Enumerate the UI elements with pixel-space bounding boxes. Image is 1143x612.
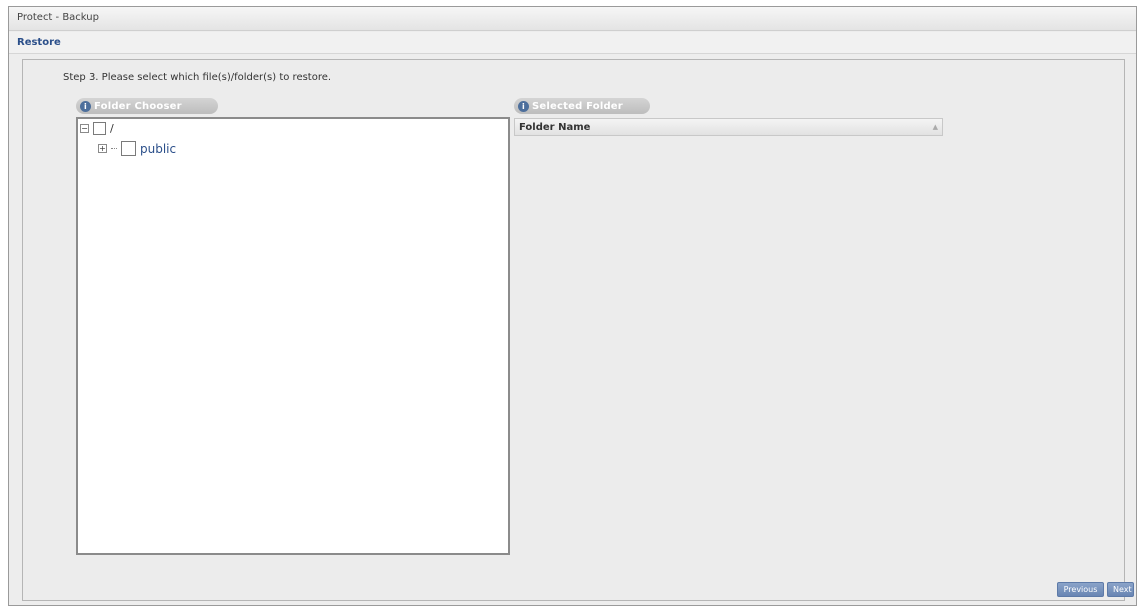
tree-node-public: + public	[98, 141, 176, 156]
folder-name-header-label: Folder Name	[519, 121, 591, 133]
sort-arrow-icon: ▲	[932, 123, 938, 131]
selected-folder-title: Selected Folder	[532, 101, 623, 112]
backup-window: Protect - Backup Restore Step 3. Please …	[8, 6, 1137, 606]
previous-button[interactable]: Previous	[1057, 582, 1104, 597]
next-button[interactable]: Next	[1107, 582, 1134, 597]
tree-checkbox-public[interactable]	[121, 141, 136, 156]
tree-checkbox-root[interactable]	[93, 122, 106, 135]
window-title: Protect - Backup	[9, 7, 1136, 31]
restore-panel: Step 3. Please select which file(s)/fold…	[22, 59, 1134, 601]
page-subheader: Restore	[9, 32, 1136, 54]
folder-name-column-header[interactable]: Folder Name ▲	[514, 118, 943, 136]
tree-label-public[interactable]: public	[140, 142, 176, 156]
tree-connector	[111, 148, 117, 149]
info-icon: i	[518, 101, 529, 112]
step-instruction: Step 3. Please select which file(s)/fold…	[63, 72, 332, 83]
folder-chooser-label: i Folder Chooser	[76, 98, 218, 114]
tree-label-root[interactable]: /	[110, 122, 114, 135]
info-icon: i	[80, 101, 91, 112]
tree-node-root: − /	[80, 122, 114, 135]
collapse-icon[interactable]: −	[80, 124, 89, 133]
selected-folder-label: i Selected Folder	[514, 98, 650, 114]
expand-icon[interactable]: +	[98, 144, 107, 153]
folder-tree: − / + public	[76, 117, 510, 555]
folder-chooser-title: Folder Chooser	[94, 101, 182, 112]
